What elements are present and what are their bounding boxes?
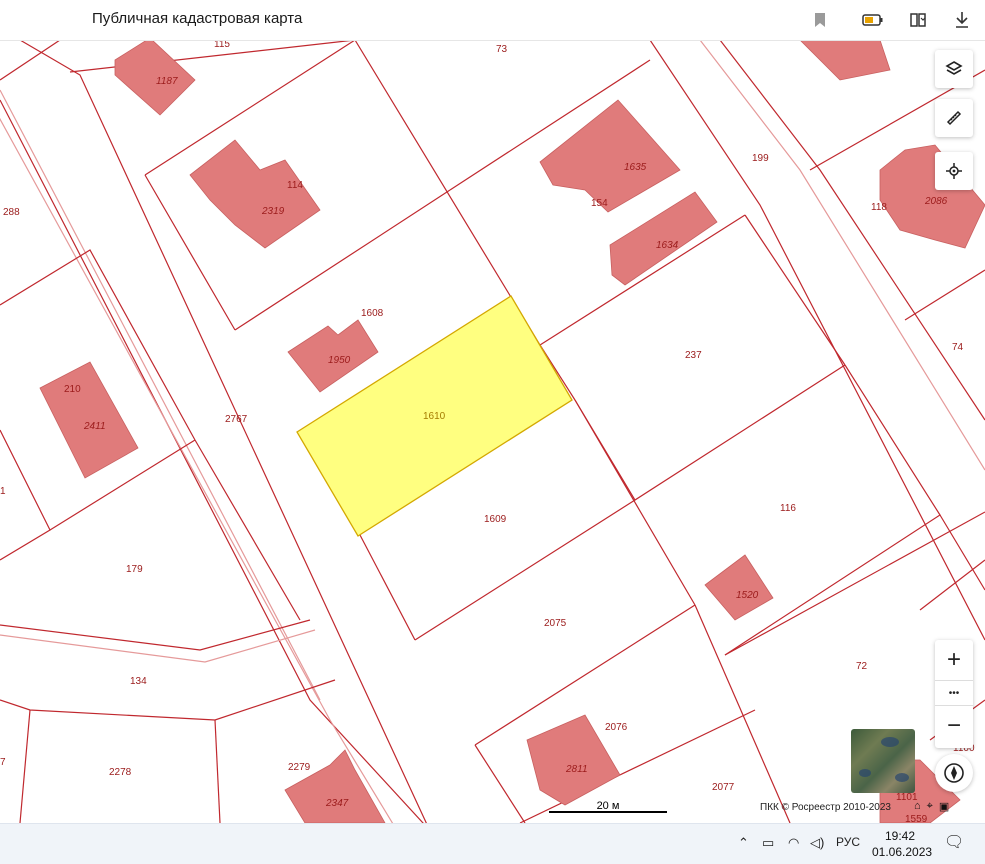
- label-2319: 2319: [261, 206, 285, 217]
- label-1610: 1610: [423, 411, 446, 422]
- label-1: 1: [0, 486, 6, 497]
- taskbar: ⌃ ▭ ◠ ◁) РУС 19:42 01.06.2023 🗨: [0, 823, 985, 864]
- label-210: 210: [64, 384, 81, 395]
- map-canvas[interactable]: 115 73 1187 1128 2319 114 1635 154 199 2…: [0, 40, 985, 823]
- label-7: 7: [0, 757, 6, 768]
- cadastral-map[interactable]: 115 73 1187 1128 2319 114 1635 154 199 2…: [0, 40, 985, 823]
- label-2767: 2767: [225, 414, 248, 425]
- battery-tray-icon[interactable]: ▭: [762, 835, 774, 851]
- more-options-button[interactable]: •••: [935, 680, 973, 706]
- screen-icon[interactable]: ▣: [939, 800, 949, 813]
- label-1635: 1635: [624, 162, 647, 173]
- label-1609: 1609: [484, 514, 507, 525]
- label-2086: 2086: [924, 196, 948, 207]
- bottom-map-icons: ⌂ ⌖ ▣: [914, 800, 949, 813]
- zoom-controls: + ••• −: [935, 640, 973, 748]
- label-2347: 2347: [325, 798, 349, 809]
- clock[interactable]: 19:42 01.06.2023: [872, 828, 933, 860]
- crosshair-icon: [946, 163, 962, 179]
- label-237: 237: [685, 350, 702, 361]
- wifi-icon[interactable]: ◠: [788, 835, 799, 851]
- zoom-out-button[interactable]: −: [935, 704, 973, 748]
- bookmark-icon[interactable]: [809, 9, 831, 31]
- label-1608: 1608: [361, 308, 384, 319]
- label-114: 114: [287, 180, 303, 191]
- label-2075: 2075: [544, 618, 567, 629]
- label-2077: 2077: [712, 782, 735, 793]
- compass-icon: [944, 763, 964, 783]
- label-2811: 2811: [565, 764, 588, 775]
- label-2278: 2278: [109, 767, 132, 778]
- zoom-in-button[interactable]: +: [935, 640, 973, 680]
- language-indicator[interactable]: РУС: [836, 835, 860, 849]
- label-2411: 2411: [83, 421, 106, 432]
- home-icon[interactable]: ⌂: [914, 800, 921, 813]
- label-2279: 2279: [288, 762, 311, 773]
- label-115: 115: [214, 40, 230, 50]
- label-134: 134: [130, 676, 147, 687]
- layers-icon: [945, 61, 963, 75]
- satellite-basemap-toggle[interactable]: [851, 729, 915, 793]
- scale-bar: 20 м: [549, 800, 667, 813]
- label-288: 288: [3, 207, 20, 218]
- ruler-icon: [946, 110, 962, 126]
- label-116: 116: [780, 503, 796, 514]
- locate-button[interactable]: [935, 152, 973, 190]
- label-2076: 2076: [605, 722, 628, 733]
- gps-icon[interactable]: ⌖: [927, 800, 933, 813]
- download-icon[interactable]: [951, 9, 973, 31]
- compass-button[interactable]: [935, 754, 973, 792]
- title-bar: Публичная кадастровая карта: [0, 0, 985, 41]
- label-1559: 1559: [905, 814, 928, 823]
- label-179: 179: [126, 564, 143, 575]
- label-1950: 1950: [328, 355, 351, 366]
- notification-icon[interactable]: 🗨: [944, 832, 964, 852]
- label-1520: 1520: [736, 590, 759, 601]
- label-199: 199: [752, 153, 769, 164]
- clock-time: 19:42: [884, 829, 916, 843]
- chevron-up-icon[interactable]: ⌃: [738, 835, 749, 851]
- label-118: 118: [871, 202, 887, 213]
- label-74: 74: [952, 342, 964, 353]
- copyright-text: ПКК © Росреестр 2010-2023: [760, 802, 891, 813]
- clock-date: 01.06.2023: [872, 845, 933, 859]
- layers-button[interactable]: [935, 50, 973, 88]
- battery-icon[interactable]: [862, 9, 884, 31]
- label-72: 72: [856, 661, 868, 672]
- app-title: Публичная кадастровая карта: [92, 10, 303, 27]
- label-154: 154: [591, 198, 608, 209]
- label-1634: 1634: [656, 240, 679, 251]
- label-73: 73: [496, 44, 508, 55]
- volume-icon[interactable]: ◁): [810, 835, 824, 851]
- scale-line: [549, 811, 667, 813]
- measure-button[interactable]: [935, 99, 973, 137]
- book-icon[interactable]: [907, 9, 929, 31]
- label-1187: 1187: [156, 76, 178, 87]
